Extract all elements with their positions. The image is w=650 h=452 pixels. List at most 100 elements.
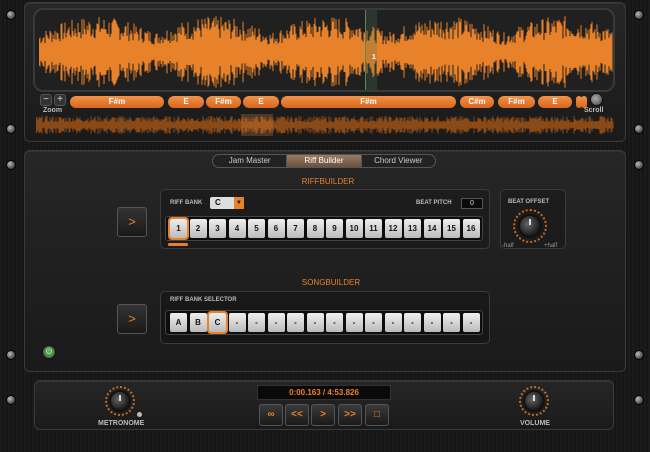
beat-button[interactable]: 13: [404, 219, 421, 238]
chord-strip[interactable]: F#mEF#mEF#mC#mF#mEEF: [70, 96, 587, 108]
playhead[interactable]: [365, 10, 377, 90]
scroll-label: Scroll: [584, 107, 604, 114]
tab-bar: Jam Master Riff Builder Chord Viewer: [212, 154, 436, 168]
waveform-display[interactable]: 1: [33, 8, 615, 92]
song-slot[interactable]: C: [207, 311, 228, 334]
chord-segment[interactable]: F#m: [70, 96, 164, 108]
song-slot[interactable]: -: [306, 313, 324, 332]
beat-button[interactable]: 7: [287, 219, 304, 238]
rack-screw: [6, 395, 16, 405]
beat-button[interactable]: 16: [462, 219, 480, 238]
zoom-in-button[interactable]: +: [54, 94, 66, 106]
beat-button[interactable]: 8: [306, 219, 324, 238]
beat-button[interactable]: 11: [365, 219, 382, 238]
beat-button[interactable]: 10: [345, 219, 363, 238]
stop-button[interactable]: □: [365, 404, 389, 426]
songbuilder-play-button[interactable]: >: [117, 304, 147, 334]
waveform: [39, 16, 613, 88]
song-slot[interactable]: -: [326, 313, 343, 332]
rack-screw: [6, 160, 16, 170]
song-slot[interactable]: -: [267, 313, 285, 332]
song-slot[interactable]: -: [423, 313, 441, 332]
beat-button[interactable]: 2: [189, 219, 207, 238]
song-slot[interactable]: -: [345, 313, 363, 332]
loop-button[interactable]: ∞: [259, 404, 283, 426]
chord-segment[interactable]: E: [243, 96, 279, 108]
beat-button[interactable]: 6: [267, 219, 285, 238]
beat-button[interactable]: 1: [168, 217, 189, 240]
chord-segment[interactable]: F#m: [206, 96, 241, 108]
song-slot[interactable]: -: [365, 313, 382, 332]
overview-wave: [36, 116, 614, 134]
rack-screw: [634, 395, 644, 405]
chord-segment[interactable]: E: [168, 96, 204, 108]
time-display: 0:00.163 / 4:53.826: [257, 385, 391, 400]
chord-segment[interactable]: F#m: [281, 96, 456, 108]
beat-offset-label: BEAT OFFSET: [508, 199, 550, 205]
beat-button[interactable]: 3: [209, 219, 226, 238]
riffbuilder-title: RIFFBUILDER: [301, 177, 355, 186]
song-slot[interactable]: -: [248, 313, 265, 332]
metronome-led: [137, 412, 142, 417]
riff-bank-value: C: [215, 198, 221, 207]
overview-path: [36, 116, 614, 134]
rack-screw: [6, 10, 16, 20]
song-slot[interactable]: B: [189, 313, 207, 332]
chord-segment[interactable]: E: [538, 96, 572, 108]
section-marker: 1: [372, 54, 376, 61]
beat-button[interactable]: 4: [228, 219, 246, 238]
song-slot[interactable]: -: [384, 313, 402, 332]
beat-pitch-label: BEAT PITCH: [416, 200, 452, 206]
zoom-out-button[interactable]: −: [40, 94, 52, 106]
riffbuilder-play-button[interactable]: >: [117, 207, 147, 237]
knob-indicator: [529, 219, 531, 225]
metronome-knob[interactable]: [109, 390, 131, 412]
rack-screw: [6, 350, 16, 360]
chevron-down-icon[interactable]: ▼: [234, 197, 244, 209]
tab-chord-viewer[interactable]: Chord Viewer: [362, 155, 435, 167]
song-slot[interactable]: -: [287, 313, 304, 332]
chord-segment[interactable]: F#m: [498, 96, 535, 108]
knob-indicator: [533, 395, 535, 401]
volume-knob[interactable]: [523, 390, 545, 412]
beat-button[interactable]: 14: [423, 219, 441, 238]
song-slot[interactable]: -: [404, 313, 421, 332]
metronome-label: METRONOME: [98, 420, 145, 427]
zoom-label: Zoom: [43, 107, 63, 114]
beat-progress: [168, 243, 188, 246]
waveform-path: [39, 16, 613, 88]
riff-bank-label: RIFF BANK: [170, 200, 203, 206]
beat-button[interactable]: 9: [326, 219, 343, 238]
rack-screw: [634, 350, 644, 360]
volume-label: VOLUME: [520, 420, 550, 427]
tab-jam-master[interactable]: Jam Master: [213, 155, 288, 167]
tab-riff-builder[interactable]: Riff Builder: [287, 155, 362, 167]
rack-screw: [6, 124, 16, 134]
beat-button[interactable]: 5: [248, 219, 265, 238]
beat-button[interactable]: 15: [443, 219, 460, 238]
rack-screw: [634, 124, 644, 134]
offset-max-label: +half: [544, 243, 558, 249]
knob-indicator: [119, 395, 121, 401]
fast-forward-button[interactable]: >>: [338, 404, 362, 426]
songbuilder-title: SONGBUILDER: [301, 278, 361, 287]
power-icon[interactable]: ⏻: [42, 345, 56, 359]
song-slot[interactable]: -: [443, 313, 460, 332]
beat-offset-knob[interactable]: [518, 214, 542, 238]
song-slot[interactable]: A: [170, 313, 187, 332]
rewind-button[interactable]: <<: [285, 404, 309, 426]
overview-waveform[interactable]: [36, 114, 614, 136]
beat-pitch-field[interactable]: 0: [461, 198, 483, 209]
rack-screw: [634, 160, 644, 170]
play-button[interactable]: >: [311, 404, 335, 426]
riff-bank-select[interactable]: C ▼: [210, 197, 244, 209]
overview-selection[interactable]: [241, 114, 273, 136]
offset-min-label: -half: [502, 243, 514, 249]
rack-screw: [634, 10, 644, 20]
song-slot[interactable]: -: [462, 313, 480, 332]
riff-bank-selector-label: RIFF BANK SELECTOR: [170, 297, 237, 303]
beat-button[interactable]: 12: [384, 219, 402, 238]
scroll-knob[interactable]: [590, 93, 603, 106]
song-slot[interactable]: -: [228, 313, 246, 332]
chord-segment[interactable]: C#m: [460, 96, 494, 108]
